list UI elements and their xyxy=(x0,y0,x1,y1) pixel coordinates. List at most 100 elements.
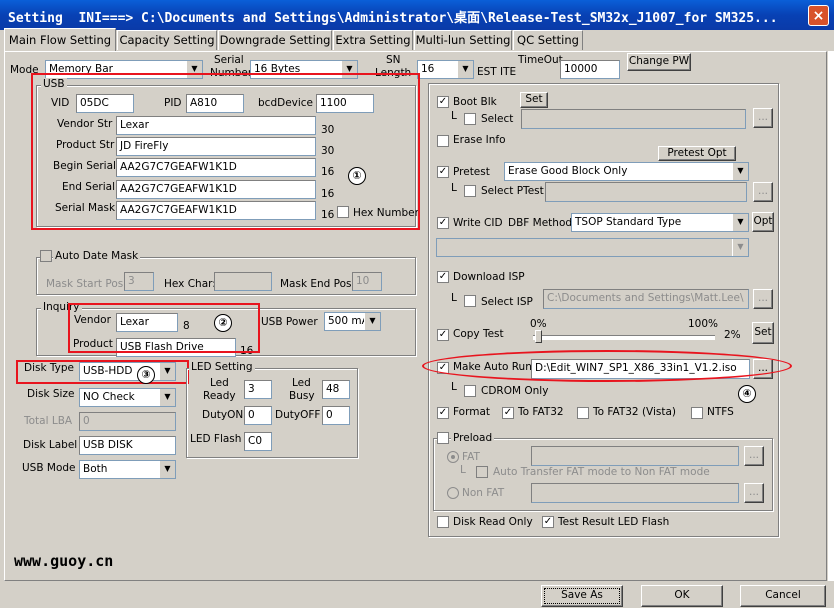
annotation-4: ④ xyxy=(738,385,756,403)
disk-size-select[interactable]: NO Check ▼ xyxy=(79,388,176,407)
timeout-input[interactable]: 10000 xyxy=(560,60,620,79)
chevron-down-icon: ▼ xyxy=(457,61,473,78)
tree-branch-5: L xyxy=(460,464,466,476)
setting-window: Setting INI===> C:\Documents and Setting… xyxy=(0,0,834,608)
to-fat32-vista-label: To FAT32 (Vista) xyxy=(593,406,677,418)
pretest-select[interactable]: Erase Good Block Only ▼ xyxy=(504,162,749,181)
annotation-3: ③ xyxy=(137,366,155,384)
select-isp-checkbox[interactable] xyxy=(464,295,476,307)
cid-file-select[interactable]: ▼ xyxy=(436,238,749,257)
ptest-path[interactable] xyxy=(545,182,747,202)
auto-date-mask-label: Auto Date Mask xyxy=(53,250,141,262)
pretest-checkbox[interactable]: ✓ xyxy=(437,166,449,178)
fat-label: FAT xyxy=(462,451,480,463)
duty-off-input[interactable]: 0 xyxy=(322,406,350,425)
cancel-button[interactable]: Cancel xyxy=(740,585,826,607)
select-ptest-checkbox[interactable] xyxy=(464,185,476,197)
write-cid-label: Write CID xyxy=(453,217,503,229)
copy-test-slider-track[interactable] xyxy=(533,335,715,340)
tab-downgrade-setting[interactable]: Downgrade Setting xyxy=(218,30,332,50)
led-busy-input[interactable]: 48 xyxy=(322,380,350,399)
to-fat32-label: To FAT32 xyxy=(518,406,564,418)
edge-strip xyxy=(828,51,834,581)
boot-select-path[interactable] xyxy=(521,109,746,129)
boot-blk-set-button[interactable]: Set xyxy=(520,92,548,108)
opt-button[interactable]: Opt xyxy=(752,212,774,232)
write-cid-checkbox[interactable]: ✓ xyxy=(437,217,449,229)
change-pw-button[interactable]: Change PW xyxy=(627,53,691,71)
copy-test-set-button[interactable]: Set xyxy=(752,322,774,344)
usb-mode-select[interactable]: Both ▼ xyxy=(79,460,176,479)
tab-qc-setting[interactable]: QC Setting xyxy=(513,30,583,50)
auto-transfer-label: Auto Transfer FAT mode to Non FAT mode xyxy=(493,466,710,478)
ok-button[interactable]: OK xyxy=(641,585,723,607)
disk-label-input[interactable]: USB DISK xyxy=(79,436,176,455)
preload-checkbox[interactable] xyxy=(437,432,449,444)
ptest-browse-button[interactable]: ... xyxy=(753,182,773,202)
annotation-1: ① xyxy=(348,167,366,185)
auto-transfer-checkbox[interactable] xyxy=(476,466,488,478)
tab-extra-setting[interactable]: Extra Setting xyxy=(333,30,413,50)
serial-label: Serial xyxy=(214,54,244,66)
copy-pct-min: 0% xyxy=(530,318,547,330)
dbf-method-value: TSOP Standard Type xyxy=(575,216,682,228)
erase-info-label: Erase Info xyxy=(453,134,506,146)
fat-browse-button[interactable]: ... xyxy=(744,446,764,466)
mask-end-input[interactable]: 10 xyxy=(352,272,382,291)
fat-radio[interactable] xyxy=(447,451,459,463)
chevron-down-icon: ▼ xyxy=(159,461,175,478)
duty-on-input[interactable]: 0 xyxy=(244,406,272,425)
fat-path[interactable] xyxy=(531,446,739,466)
select-ptest-label: Select PTest xyxy=(481,185,544,197)
pretest-opt-button[interactable]: Pretest Opt xyxy=(658,146,736,161)
boot-blk-checkbox[interactable]: ✓ xyxy=(437,96,449,108)
watermark: www.guoy.cn xyxy=(14,552,114,570)
copy-test-slider-thumb[interactable] xyxy=(535,330,542,343)
boot-select-checkbox[interactable] xyxy=(464,113,476,125)
usb-mode-value: Both xyxy=(83,463,108,475)
sn-length-select[interactable]: 16 ▼ xyxy=(417,60,474,79)
download-isp-label: Download ISP xyxy=(453,271,525,283)
boot-browse-button[interactable]: ... xyxy=(753,108,773,128)
usb-power-select[interactable]: 500 mA ▼ xyxy=(324,312,381,331)
led-busy-label-2: Busy xyxy=(289,390,315,402)
copy-test-checkbox[interactable]: ✓ xyxy=(437,329,449,341)
tab-multi-lun-setting[interactable]: Multi-lun Setting xyxy=(414,30,512,50)
led-flash-input[interactable]: C0 xyxy=(244,432,272,451)
copy-pct-value: 2% xyxy=(724,329,741,341)
led-flash-label: LED Flash xyxy=(190,433,242,445)
tab-main-flow-setting[interactable]: Main Flow Setting xyxy=(4,28,116,51)
to-fat32-vista-checkbox[interactable] xyxy=(577,407,589,419)
non-fat-path[interactable] xyxy=(531,483,739,503)
isp-browse-button[interactable]: ... xyxy=(753,289,773,309)
tab-capacity-setting[interactable]: Capacity Setting xyxy=(117,30,217,50)
ntfs-checkbox[interactable] xyxy=(691,407,703,419)
title-bar: Setting INI===> C:\Documents and Setting… xyxy=(0,0,834,30)
auto-date-mask-checkbox[interactable] xyxy=(40,250,52,262)
disk-read-only-checkbox[interactable] xyxy=(437,516,449,528)
save-as-button[interactable]: Save As xyxy=(541,585,623,607)
isp-path[interactable]: C:\Documents and Settings\Matt.Lee\ xyxy=(543,289,749,309)
non-fat-radio[interactable] xyxy=(447,487,459,499)
download-isp-checkbox[interactable]: ✓ xyxy=(437,271,449,283)
erase-info-checkbox[interactable] xyxy=(437,135,449,147)
hex-char-input[interactable] xyxy=(214,272,272,291)
dbf-method-select[interactable]: TSOP Standard Type ▼ xyxy=(571,213,749,232)
total-lba-input[interactable]: 0 xyxy=(79,412,176,431)
highlight-box-inquiry xyxy=(68,303,260,353)
mask-end-label: Mask End Pos: xyxy=(280,278,356,290)
format-checkbox[interactable]: ✓ xyxy=(437,407,449,419)
cdrom-only-checkbox[interactable] xyxy=(464,385,476,397)
to-fat32-checkbox[interactable]: ✓ xyxy=(502,407,514,419)
boot-blk-label: Boot Blk xyxy=(453,96,497,108)
close-button[interactable]: × xyxy=(808,5,829,26)
non-fat-browse-button[interactable]: ... xyxy=(744,483,764,503)
copy-pct-max: 100% xyxy=(688,318,719,330)
timeout-label: TimeOut xyxy=(518,54,563,66)
duty-off-label: DutyOFF xyxy=(275,409,321,421)
test-result-led-checkbox[interactable]: ✓ xyxy=(542,516,554,528)
led-ready-input[interactable]: 3 xyxy=(244,380,272,399)
mask-start-input[interactable]: 3 xyxy=(124,272,154,291)
total-lba-label: Total LBA xyxy=(24,415,73,427)
dbf-method-label: DBF Method xyxy=(508,217,573,229)
